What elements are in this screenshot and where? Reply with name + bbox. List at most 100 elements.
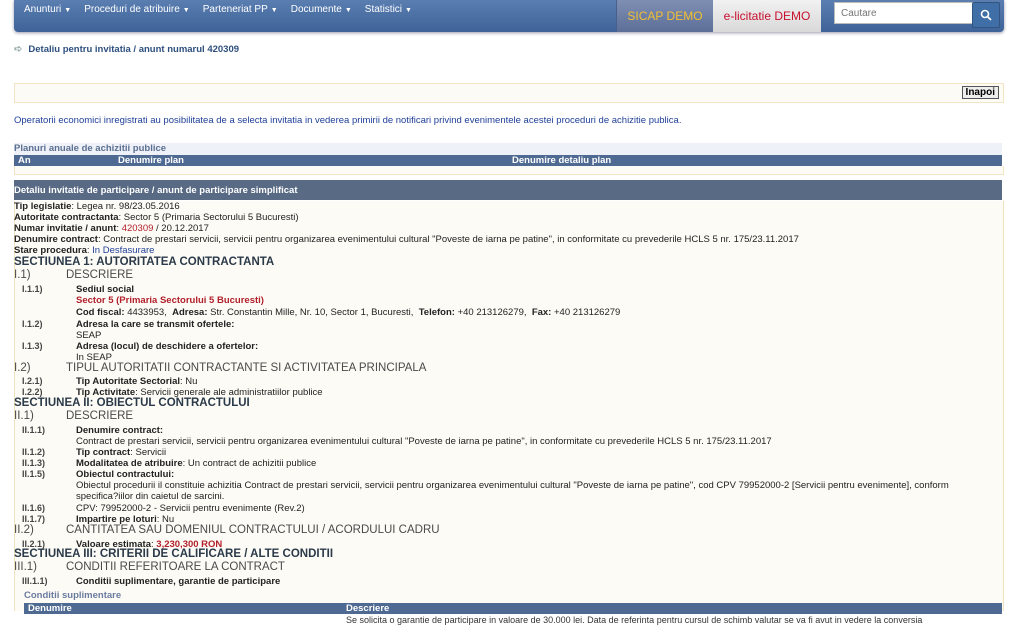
value: Obiectul procedurii il constituie achizi… [76,480,949,491]
num: I.1) [14,269,31,281]
value: 420309 [121,223,154,234]
menu-label: Anunturi [24,4,62,15]
menu-documente[interactable]: Documente ▼ [291,4,352,15]
title: CANTITATEA SAU DOMENIUL CONTRACTULUI / A… [66,524,440,536]
label: Cod fiscal: [76,307,125,318]
menu-proceduri[interactable]: Proceduri de atribuire ▼ [84,4,190,15]
value: : Contract de prestari servicii, servici… [97,234,799,245]
label: Numar invitatie / anunt [14,223,117,234]
denumire-contract: Denumire contract: Contract de prestari … [14,234,799,245]
label: Telefon: [418,307,455,318]
title: CONDITII REFERITOARE LA CONTRACT [66,561,285,573]
value: : Legea nr. 98/23.05.2016 [71,201,180,212]
value: : Nu [180,376,198,387]
subsection-ii2: II.2) CANTITATEA SAU DOMENIUL CONTRACTULU… [14,524,440,536]
menu-parteneriat[interactable]: Parteneriat PP ▼ [203,4,278,15]
section-2-title: SECTIUNEA II: OBIECTUL CONTRACTULUI [14,397,250,409]
section-1-title: SECTIUNEA 1: AUTORITATEA CONTRACTANTA [14,256,275,268]
breadcrumb: ➪ Detaliu pentru invitatia / anunt numar… [14,44,239,55]
sediul-details: Cod fiscal: 4433953, Adresa: Str. Consta… [76,307,620,318]
row-num: II.1.3) [22,458,46,468]
stare-procedura: Stare procedura: In Desfasurare [14,245,155,256]
chevron-down-icon: ▼ [270,7,278,14]
top-nav-bar: Anunturi ▼ Proceduri de atribuire ▼ Parten… [14,0,1004,32]
elicitatie-demo-link[interactable]: e-licitatie DEMO [713,0,821,32]
value: +40 213126279, [457,307,527,318]
arrow-right-icon: ➪ [14,44,23,55]
menu-statistici[interactable]: Statistici ▼ [365,4,412,15]
action-bar: Inapoi [14,83,1004,103]
label: Tip Autoritate Sectorial [76,376,180,387]
detail-header: Detaliu invitatie de participare / anunt… [14,180,1002,200]
back-button[interactable]: Inapoi [961,86,999,99]
label: Conditii suplimentare, garantie de parti… [76,576,281,587]
value: Str. Constantin Mille, Nr. 10, Sector 1,… [210,307,414,318]
subsection-ii1: II.1) DESCRIERE [14,410,133,422]
value: : Servicii [130,447,167,458]
col-denumire-plan: Denumire plan [118,155,184,166]
chevron-down-icon: ▼ [344,7,352,14]
row-num: I.2.1) [22,376,43,386]
date: / 20.12.2017 [153,223,209,234]
row-num: II.1.5) [22,469,46,479]
label: Adresa: [172,307,208,318]
subsection-i1: I.1) DESCRIERE [14,269,133,281]
row-value: Modalitatea de atribuire: Un contract de… [76,458,316,469]
label: Tip legislatie [14,201,72,212]
sicap-demo-link[interactable]: SICAP DEMO [616,0,713,32]
menu-label: Documente [290,4,342,15]
row-num: II.1.2) [22,447,46,457]
label: Modalitatea de atribuire [76,458,183,469]
value: Contract de prestari servicii, servicii … [76,436,772,447]
search-button[interactable] [972,2,1000,28]
row-value: Tip contract: Servicii [76,447,166,458]
label: Tip contract [76,447,131,458]
menu-label: Proceduri de atribuire [84,4,180,15]
value: : Un contract de achizitii publice [182,458,317,469]
label: Denumire contract: [76,425,164,436]
col-denumire-detaliu: Denumire detaliu plan [512,155,612,166]
conditions-cell: Se solicita o garantie de participare in… [346,615,923,625]
chevron-down-icon: ▼ [64,7,72,14]
subsection-i2: I.2) TIPUL AUTORITATII CONTRACTANTE SI AC… [14,362,426,374]
col-an: An [18,155,31,166]
num: I.2) [14,362,31,374]
value: 4433953, [127,307,167,318]
chevron-down-icon: ▼ [405,7,412,14]
search-icon [980,9,992,21]
menu-anunturi[interactable]: Anunturi ▼ [24,4,71,15]
row-num: II.1.7) [22,514,46,524]
row-num: I.1.3) [22,341,43,351]
value: specifica?iilor din caietul de sarcini. [76,491,225,502]
breadcrumb-text: Detaliu pentru invitatia / anunt numarul… [28,44,240,55]
row-num: III.1.1) [22,576,48,586]
menu-label: Parteneriat PP [202,4,268,15]
conditions-title: Conditii suplimentare [24,590,122,601]
row-num: I.2.2) [22,387,43,397]
row-num: II.1.6) [22,503,46,513]
row-num: II.1.1) [22,425,46,435]
title: TIPUL AUTORITATII CONTRACTANTE SI ACTIVI… [66,362,427,374]
label: Stare procedura [14,245,87,256]
num: III.1) [14,561,38,573]
title: DESCRIERE [66,410,134,422]
plans-table-body [14,166,1004,175]
label: Obiectul contractului: [76,469,175,480]
search-input[interactable] [834,2,976,24]
row-num: I.1.1) [22,284,43,294]
label: Adresa la care se transmit ofertele: [76,319,235,330]
section-3-title: SECTIUNEA III: CRITERII DE CALIFICARE / … [14,548,334,560]
tip-legislatie: Tip legislatie: Legea nr. 98/23.05.2016 [14,201,180,212]
col-descriere: Descriere [346,603,390,614]
value: SEAP [76,330,102,341]
label: Autoritate contractanta [14,212,119,223]
value: In Desfasurare [92,245,155,256]
num: II.1) [14,410,34,422]
value: CPV: 79952000-2 - Servicii pentru evenim… [76,503,305,514]
title: DESCRIERE [66,269,134,281]
menu-label: Statistici [364,4,403,15]
value: +40 213126279 [554,307,621,318]
numar-invitatie: Numar invitatie / anunt: 420309 / 20.12.… [14,223,209,234]
autoritate: Autoritate contractanta: Sector 5 (Prima… [14,212,299,223]
row-num: I.1.2) [22,319,43,329]
